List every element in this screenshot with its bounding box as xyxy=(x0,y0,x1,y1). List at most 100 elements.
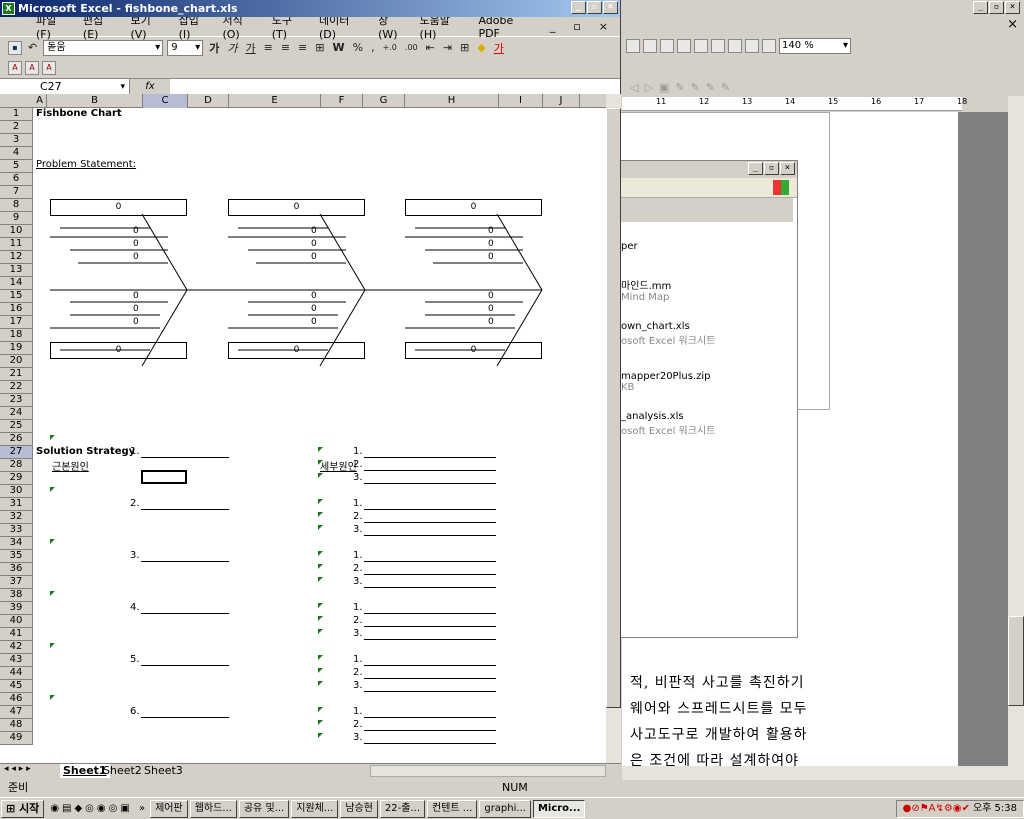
row-header[interactable]: 21 xyxy=(0,368,33,381)
align-left-icon[interactable]: ≡ xyxy=(262,41,275,54)
bold-button[interactable]: 가 xyxy=(207,40,221,56)
column-header[interactable]: B xyxy=(47,94,143,108)
restore-icon[interactable]: ▫ xyxy=(567,20,586,33)
sub-cause-line[interactable] xyxy=(364,561,496,562)
undo-icon[interactable]: ↶ xyxy=(26,41,39,54)
toolbar-icon[interactable] xyxy=(728,39,742,53)
close-button[interactable]: × xyxy=(780,162,795,175)
toolbar-icon[interactable]: ✎ xyxy=(721,81,730,94)
cause-value[interactable]: 0 xyxy=(488,226,494,236)
row-header[interactable]: 35 xyxy=(0,550,33,563)
cause-value[interactable]: 0 xyxy=(311,226,317,236)
row-header[interactable]: 14 xyxy=(0,277,33,290)
tab-sheet2[interactable]: Sheet2 xyxy=(103,764,142,778)
restore-button[interactable]: ▫ xyxy=(764,162,779,175)
column-header[interactable]: I xyxy=(499,94,543,108)
sub-cause-line[interactable] xyxy=(364,483,496,484)
task-button[interactable]: 공유 및... xyxy=(238,799,290,818)
column-header[interactable]: A xyxy=(33,94,47,108)
cause-value[interactable]: 0 xyxy=(133,226,139,236)
root-cause-line[interactable] xyxy=(141,717,229,718)
cause-box[interactable]: 0 xyxy=(228,342,365,359)
column-header[interactable]: D xyxy=(188,94,229,108)
sub-cause-line[interactable] xyxy=(364,587,496,588)
file-item[interactable]: 마인드.mm Mind Map xyxy=(621,277,671,303)
sub-cause-line[interactable] xyxy=(364,639,496,640)
row-header[interactable]: 30 xyxy=(0,485,33,498)
increase-decimal-button[interactable]: +.0 xyxy=(381,43,399,52)
fill-color-icon[interactable]: ◆ xyxy=(475,41,487,54)
row-header[interactable]: 23 xyxy=(0,394,33,407)
cause-value[interactable]: 0 xyxy=(133,317,139,327)
toolbar-icon[interactable] xyxy=(677,39,691,53)
row-header[interactable]: 41 xyxy=(0,628,33,641)
align-center-icon[interactable]: ≡ xyxy=(279,41,292,54)
cause-value[interactable]: 0 xyxy=(311,291,317,301)
font-select[interactable]: 돋움 xyxy=(43,39,164,56)
cause-value[interactable]: 0 xyxy=(311,317,317,327)
cause-value[interactable]: 0 xyxy=(133,252,139,262)
row-header[interactable]: 43 xyxy=(0,654,33,667)
row-header[interactable]: 40 xyxy=(0,615,33,628)
toolbar-icon[interactable]: ✎ xyxy=(675,81,684,94)
sub-cause-line[interactable] xyxy=(364,665,496,666)
sub-cause-line[interactable] xyxy=(364,678,496,679)
row-header[interactable]: 39 xyxy=(0,602,33,615)
row-header[interactable]: 47 xyxy=(0,706,33,719)
column-header[interactable]: J xyxy=(543,94,580,108)
row-header[interactable]: 31 xyxy=(0,498,33,511)
cause-box[interactable]: 0 xyxy=(50,199,187,216)
cause-value[interactable]: 0 xyxy=(311,252,317,262)
row-header[interactable]: 26 xyxy=(0,433,33,446)
sub-cause-line[interactable] xyxy=(364,535,496,536)
row-header[interactable]: 19 xyxy=(0,342,33,355)
comma-button[interactable]: , xyxy=(369,41,377,54)
minimize-icon[interactable]: _ xyxy=(544,20,562,33)
row-header[interactable]: 32 xyxy=(0,511,33,524)
column-header[interactable]: E xyxy=(229,94,321,108)
minimize-button[interactable]: _ xyxy=(748,162,763,175)
indent-icon[interactable]: ⇤ xyxy=(424,41,437,54)
row-header[interactable]: 17 xyxy=(0,316,33,329)
row-header[interactable]: 2 xyxy=(0,121,33,134)
row-header[interactable]: 6 xyxy=(0,173,33,186)
underline-button[interactable]: 가 xyxy=(243,40,257,56)
row-header[interactable]: 18 xyxy=(0,329,33,342)
row-header[interactable]: 4 xyxy=(0,147,33,160)
file-item[interactable]: mapper20Plus.zip KB xyxy=(621,371,710,393)
row-header[interactable]: 24 xyxy=(0,407,33,420)
row-header[interactable]: 42 xyxy=(0,641,33,654)
cause-value[interactable]: 0 xyxy=(311,239,317,249)
row-header[interactable]: 29 xyxy=(0,472,33,485)
currency-button[interactable]: W xyxy=(330,41,346,54)
restore-button[interactable]: ▫ xyxy=(587,1,602,14)
task-button[interactable]: 22-출... xyxy=(379,799,426,818)
pdf-icon[interactable]: A xyxy=(8,61,22,75)
root-cause-line[interactable] xyxy=(141,613,229,614)
percent-button[interactable]: % xyxy=(351,41,365,54)
column-header[interactable]: G xyxy=(363,94,405,108)
sub-cause-line[interactable] xyxy=(364,717,496,718)
menu-adobe-pdf[interactable]: Adobe PDF xyxy=(472,14,543,40)
tray-icons[interactable]: ●⊘⚑A↯⚙◉✔ xyxy=(903,801,970,817)
row-header[interactable]: 16 xyxy=(0,303,33,316)
spreadsheet-grid[interactable]: ABCDEFGHIJ 1 2 3 4 5 6 7 8 9 10 11 12 13 14 15 16 17 18 19… xyxy=(0,94,606,763)
task-button[interactable]: 웹하드... xyxy=(189,799,237,818)
scroll-thumb[interactable] xyxy=(606,108,621,708)
toolbar-icon[interactable]: ✎ xyxy=(691,81,700,94)
outdent-icon[interactable]: ⇥ xyxy=(441,41,454,54)
cause-box[interactable]: 0 xyxy=(50,342,187,359)
scroll-thumb[interactable] xyxy=(1008,616,1024,706)
cause-value[interactable]: 0 xyxy=(488,239,494,249)
sub-cause-line[interactable] xyxy=(364,457,496,458)
row-header[interactable]: 48 xyxy=(0,719,33,732)
sub-cause-line[interactable] xyxy=(364,613,496,614)
quick-launch-icons[interactable]: ◉▤◆◎◉◎▣ » xyxy=(50,803,148,814)
close-button[interactable]: × xyxy=(603,1,618,14)
save-icon[interactable]: ▪ xyxy=(8,40,22,55)
row-header[interactable]: 44 xyxy=(0,667,33,680)
row-header[interactable]: 9 xyxy=(0,212,33,225)
toolbar-icon[interactable] xyxy=(745,39,759,53)
toolbar-icon[interactable]: ▣ xyxy=(659,81,669,94)
root-cause-line[interactable] xyxy=(141,665,229,666)
